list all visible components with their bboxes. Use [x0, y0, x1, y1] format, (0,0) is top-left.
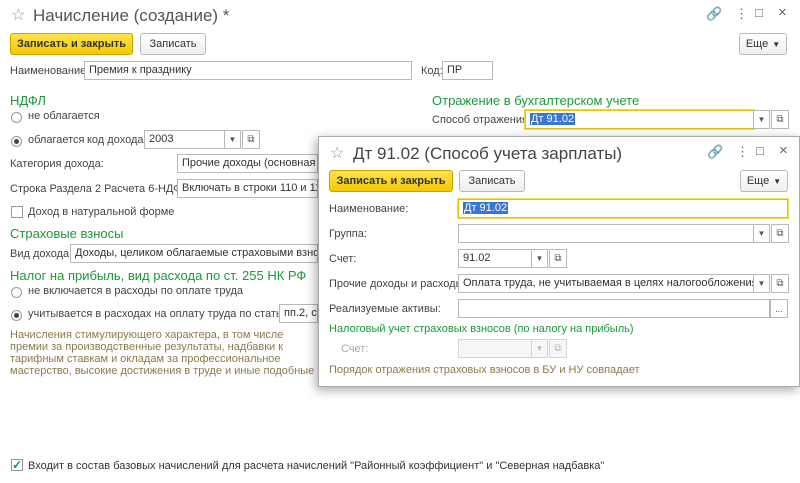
group-open-icon[interactable]: ⧉: [771, 224, 789, 243]
favorite-star-icon[interactable]: ☆: [11, 5, 25, 25]
dialog-title: Дт 91.02 (Способ учета зарплаты): [353, 144, 623, 163]
method-input[interactable]: Дт 91.02: [525, 110, 754, 129]
profit-note: Начисления стимулирующего характера, в т…: [10, 329, 315, 379]
chevron-down-icon: ▼: [772, 39, 781, 49]
dialog-more-button-label: Еще: [746, 175, 770, 187]
more-button-label: Еще: [745, 38, 769, 50]
base-accrual-label: Входит в состав базовых начислений для р…: [28, 460, 605, 472]
assets-select-button[interactable]: ...: [770, 299, 788, 318]
not-included-label: не включается в расходы по оплате труда: [28, 285, 244, 297]
tax-accounting-heading: Налоговый учет страховых взносов (по нал…: [329, 323, 634, 335]
group-input[interactable]: [458, 224, 754, 243]
income-type-label: Вид дохода:: [10, 248, 73, 260]
dialog-name-input[interactable]: Дт 91.02: [458, 199, 788, 218]
ndfl-heading: НДФЛ: [10, 93, 46, 108]
more-button[interactable]: Еще ▼: [739, 33, 787, 55]
included-label: учитывается в расходах на оплату труда п…: [28, 308, 291, 320]
taxed-radio[interactable]: [11, 136, 22, 147]
code-label: Код:: [421, 65, 443, 77]
account-dropdown[interactable]: ▼: [532, 249, 548, 268]
save-button[interactable]: Записать: [140, 33, 206, 55]
accounting-heading: Отражение в бухгалтерском учете: [432, 93, 640, 108]
account-input[interactable]: 91.02: [458, 249, 532, 268]
base-accrual-checkbox[interactable]: ✓: [11, 459, 23, 471]
not-taxed-label: не облагается: [28, 110, 100, 122]
save-and-close-button[interactable]: Записать и закрыть: [10, 33, 133, 55]
other-income-label: Прочие доходы и расходы:: [329, 278, 467, 290]
close-icon[interactable]: ×: [778, 4, 787, 21]
account-open-icon[interactable]: ⧉: [549, 249, 567, 268]
natural-income-label: Доход в натуральной форме: [28, 206, 175, 218]
dialog-name-value: Дт 91.02: [463, 202, 509, 214]
other-income-input[interactable]: Оплата труда, не учитываемая в целях нал…: [458, 274, 754, 293]
profit-tax-heading: Налог на прибыль, вид расхода по ст. 255…: [10, 268, 307, 283]
income-code-dropdown[interactable]: ▼: [225, 130, 241, 149]
other-income-dropdown[interactable]: ▼: [754, 274, 770, 293]
more-menu-icon[interactable]: ⋮: [735, 6, 748, 22]
dialog-save-button[interactable]: Записать: [459, 170, 525, 192]
taxed-label: облагается: [28, 134, 85, 146]
other-income-open-icon[interactable]: ⧉: [771, 274, 789, 293]
tax-account-dropdown[interactable]: ▼: [532, 339, 548, 358]
dialog-link-icon[interactable]: 🔗: [707, 144, 723, 160]
category-select[interactable]: Прочие доходы (основная: [177, 154, 318, 173]
assets-label: Реализуемые активы:: [329, 303, 441, 315]
dialog-favorite-star-icon[interactable]: ☆: [330, 143, 344, 163]
tax-account-label: Счет:: [341, 343, 369, 355]
account-label: Счет:: [329, 253, 357, 265]
method-dropdown[interactable]: ▼: [754, 110, 770, 129]
name-input[interactable]: Премия к празднику: [84, 61, 412, 80]
group-dropdown[interactable]: ▼: [754, 224, 770, 243]
not-included-radio[interactable]: [11, 287, 22, 298]
dialog-more-menu-icon[interactable]: ⋮: [736, 144, 749, 160]
method-value: Дт 91.02: [530, 113, 576, 125]
dialog-more-button[interactable]: Еще ▼: [740, 170, 788, 192]
line-6ndfl-select[interactable]: Включать в строки 110 и 112 (: [177, 179, 318, 198]
tax-account-open-icon[interactable]: ⧉: [549, 339, 567, 358]
insurance-heading: Страховые взносы: [10, 226, 124, 241]
method-label: Способ отражения:: [432, 114, 531, 126]
dialog-footer-note: Порядок отражения страховых взносов в БУ…: [329, 364, 640, 376]
dialog-save-and-close-button[interactable]: Записать и закрыть: [329, 170, 453, 192]
minimize-icon[interactable]: □: [755, 5, 763, 20]
code-input[interactable]: ПР: [442, 61, 493, 80]
name-label: Наименование:: [10, 65, 90, 77]
dialog-chevron-down-icon: ▼: [773, 176, 782, 186]
not-taxed-radio[interactable]: [11, 112, 22, 123]
assets-input[interactable]: [458, 299, 770, 318]
link-icon[interactable]: 🔗: [706, 6, 722, 22]
tax-account-input[interactable]: [458, 339, 532, 358]
income-type-select[interactable]: Доходы, целиком облагаемые страховыми вз…: [70, 244, 318, 263]
method-open-icon[interactable]: ⧉: [771, 110, 789, 129]
income-code-open-icon[interactable]: ⧉: [242, 130, 260, 149]
income-code-label: код дохода:: [87, 134, 147, 146]
group-label: Группа:: [329, 228, 367, 240]
line-6ndfl-label: Строка Раздела 2 Расчета 6-НДФЛ:: [10, 183, 192, 195]
dialog-close-icon[interactable]: ×: [779, 142, 788, 159]
article-select[interactable]: пп.2, ст.25: [279, 304, 318, 323]
account-method-dialog: ☆ Дт 91.02 (Способ учета зарплаты) 🔗 ⋮ □…: [318, 136, 800, 387]
included-radio[interactable]: [11, 310, 22, 321]
income-code-input[interactable]: 2003: [144, 130, 225, 149]
dialog-maximize-icon[interactable]: □: [756, 143, 764, 158]
natural-income-checkbox[interactable]: [11, 206, 23, 218]
window-title: Начисление (создание) *: [33, 6, 230, 25]
category-label: Категория дохода:: [10, 158, 104, 170]
dialog-name-label: Наименование:: [329, 203, 409, 215]
